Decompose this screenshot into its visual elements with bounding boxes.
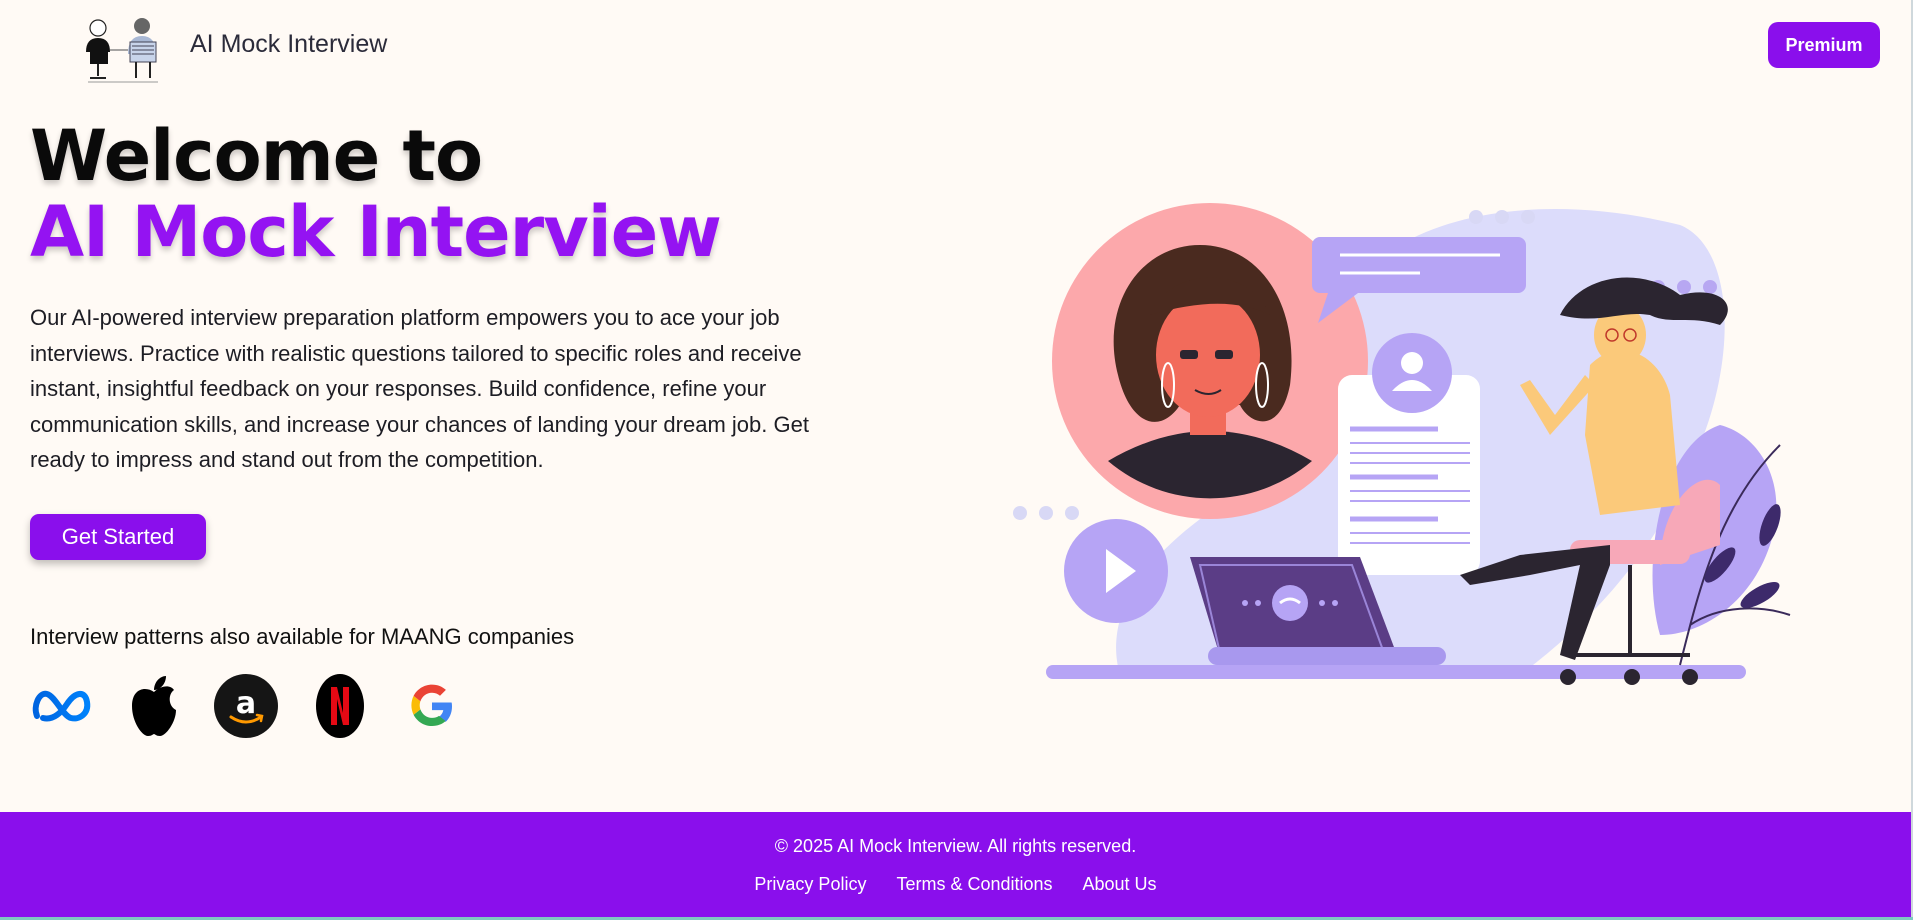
interview-people-logo-icon[interactable] bbox=[80, 14, 162, 86]
get-started-button[interactable]: Get Started bbox=[30, 514, 206, 560]
svg-text:a: a bbox=[236, 686, 256, 721]
meta-logo-icon bbox=[28, 672, 96, 740]
site-header: AI Mock Interview Premium bbox=[0, 0, 1913, 100]
terms-conditions-link[interactable]: Terms & Conditions bbox=[896, 874, 1052, 895]
premium-button[interactable]: Premium bbox=[1768, 22, 1880, 68]
brand-name[interactable]: AI Mock Interview bbox=[190, 30, 387, 59]
hero-description: Our AI-powered interview preparation pla… bbox=[30, 305, 809, 472]
netflix-logo-icon bbox=[306, 672, 374, 740]
google-logo-icon bbox=[398, 672, 466, 740]
apple-logo-icon bbox=[120, 672, 188, 740]
about-us-link[interactable]: About Us bbox=[1083, 874, 1157, 895]
footer-links: Privacy Policy Terms & Conditions About … bbox=[0, 874, 1911, 895]
page-title: Welcome to AI Mock Interview bbox=[30, 115, 722, 273]
video-interview-illustration bbox=[1013, 203, 1791, 685]
amazon-logo-icon: a bbox=[212, 672, 280, 740]
privacy-policy-link[interactable]: Privacy Policy bbox=[754, 874, 866, 895]
companies-heading: Interview patterns also available for MA… bbox=[30, 624, 575, 649]
site-footer: © 2025 AI Mock Interview. All rights res… bbox=[0, 812, 1911, 917]
title-line-1: Welcome to bbox=[30, 115, 483, 197]
title-line-2: AI Mock Interview bbox=[30, 191, 722, 273]
copyright-text: © 2025 AI Mock Interview. All rights res… bbox=[774, 836, 1137, 856]
